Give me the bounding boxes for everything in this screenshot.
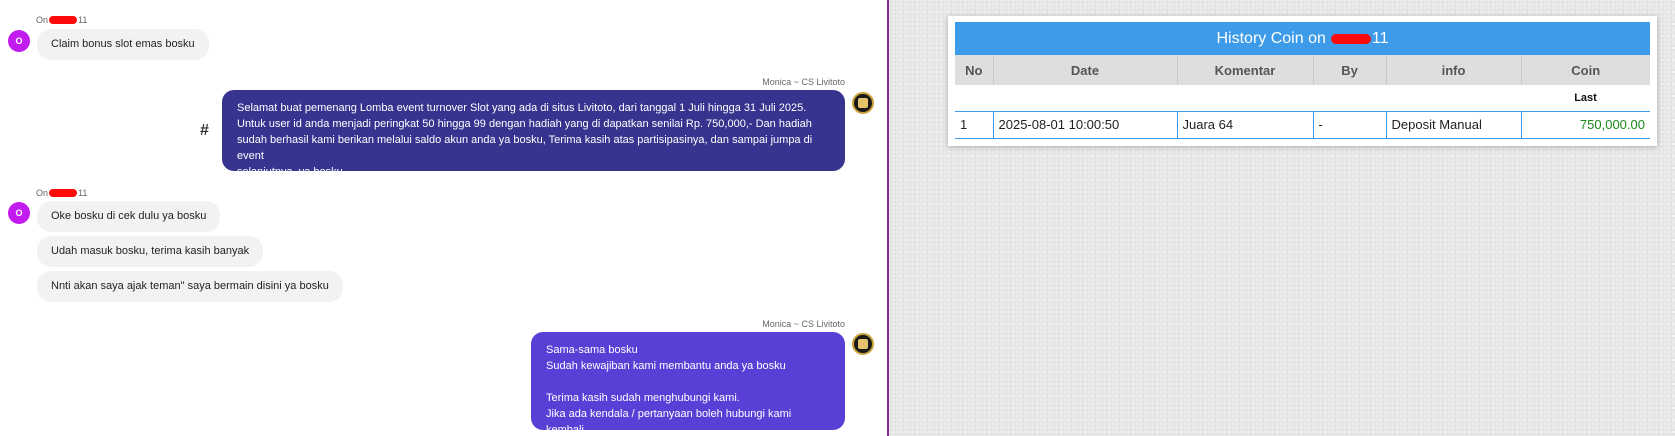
- incoming-message: Oke bosku di cek dulu ya bosku: [37, 201, 221, 232]
- history-card: History Coin on 11 No Date Komentar By i…: [948, 16, 1657, 146]
- incoming-message: Udah masuk bosku, terima kasih banyak: [37, 236, 264, 267]
- subheader-cell: [955, 85, 993, 112]
- outgoing-message: Selamat buat pemenang Lomba event turnov…: [222, 90, 845, 178]
- user-avatar-initial: O: [15, 208, 23, 218]
- subheader-cell: [1386, 85, 1521, 112]
- column-header-by[interactable]: By: [1313, 55, 1387, 85]
- message-line: Terima kasih sudah menghubungi kami.: [546, 392, 740, 404]
- column-header-info[interactable]: info: [1386, 55, 1522, 85]
- agent-avatar[interactable]: [852, 333, 874, 355]
- subheader-cell: [1313, 85, 1386, 112]
- message-line: Untuk user id anda menjadi peringkat 50 …: [237, 118, 812, 130]
- history-table: No Date Komentar By info Coin Last 1 202…: [955, 55, 1650, 139]
- history-title: History Coin on 11: [955, 22, 1650, 55]
- user-avatar-initial: O: [15, 36, 23, 46]
- agent-avatar[interactable]: [852, 92, 874, 114]
- column-header-komentar[interactable]: Komentar: [1177, 55, 1314, 85]
- user-name-prefix: On: [36, 15, 49, 25]
- agent-logo-icon: [858, 339, 868, 349]
- subheader-cell: [993, 85, 1177, 112]
- history-title-suffix: 11: [1371, 29, 1389, 47]
- message-line: Selamat buat pemenang Lomba event turnov…: [237, 102, 807, 114]
- message-text: Oke bosku di cek dulu ya bosku: [51, 210, 207, 222]
- message-text: Nnti akan saya ajak teman" saya bermain …: [51, 280, 329, 292]
- redaction-mark: [49, 16, 78, 24]
- agent-name-label: Monica ~ CS Livitoto: [762, 319, 845, 329]
- table-header-row: No Date Komentar By info Coin: [955, 55, 1650, 85]
- cell-no: 1: [955, 111, 994, 139]
- subheader-cell: [1177, 85, 1313, 112]
- message-text: Udah masuk bosku, terima kasih banyak: [51, 245, 250, 257]
- history-panel: History Coin on 11 No Date Komentar By i…: [889, 0, 1675, 436]
- user-name-suffix: 11: [78, 188, 88, 198]
- agent-logo-icon: [858, 98, 868, 108]
- user-name-prefix: On: [36, 188, 49, 198]
- history-title-prefix: History Coin on: [1216, 29, 1326, 47]
- column-header-coin[interactable]: Coin: [1521, 55, 1650, 85]
- message-line: [546, 374, 830, 390]
- message-line: Sama-sama bosku: [546, 344, 638, 356]
- cell-by: -: [1313, 111, 1387, 139]
- subheader-last: Last: [1521, 85, 1650, 112]
- message-line: sudah berhasil kami berikan melalui sald…: [237, 134, 813, 162]
- message-line: Jika ada kendala / pertanyaan boleh hubu…: [546, 408, 792, 436]
- message-line: selanjutnya, ya bosku: [237, 166, 343, 178]
- user-avatar[interactable]: O: [8, 202, 30, 224]
- redaction-mark: [1330, 33, 1371, 44]
- subheader-row: Last: [955, 85, 1650, 112]
- user-name-suffix: 11: [78, 15, 88, 25]
- message-line: Sudah kewajiban kami membantu anda ya bo…: [546, 360, 786, 372]
- table-row[interactable]: 1 2025-08-01 10:00:50 Juara 64 - Deposit…: [955, 111, 1650, 139]
- column-header-date[interactable]: Date: [993, 55, 1178, 85]
- user-name-label: On 11: [36, 188, 87, 198]
- agent-name-label: Monica ~ CS Livitoto: [762, 77, 845, 87]
- column-header-no[interactable]: No: [955, 55, 994, 85]
- message-text: Claim bonus slot emas bosku: [51, 38, 195, 50]
- user-name-label: On 11: [36, 15, 87, 25]
- cell-info: Deposit Manual: [1386, 111, 1522, 139]
- incoming-message: Nnti akan saya ajak teman" saya bermain …: [37, 271, 343, 302]
- incoming-message: Claim bonus slot emas bosku: [37, 29, 209, 60]
- outgoing-message: Sama-sama bosku Sudah kewajiban kami mem…: [531, 332, 845, 436]
- cell-date: 2025-08-01 10:00:50: [993, 111, 1178, 139]
- chat-panel: On 11 O Claim bonus slot emas bosku Moni…: [0, 0, 887, 436]
- cell-komentar: Juara 64: [1177, 111, 1314, 139]
- user-avatar[interactable]: O: [8, 30, 30, 52]
- cell-coin: 750,000.00: [1521, 111, 1650, 139]
- redaction-mark: [49, 189, 78, 197]
- hash-icon[interactable]: #: [200, 122, 209, 140]
